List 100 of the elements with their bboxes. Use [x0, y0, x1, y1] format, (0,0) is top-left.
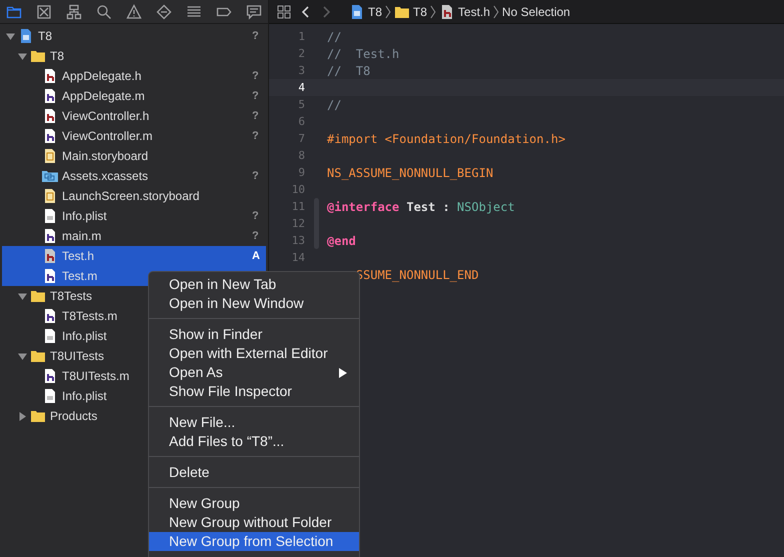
line-number: 8 — [297, 149, 305, 162]
file-icon — [42, 208, 58, 224]
menu-item[interactable]: Add Files to “T8”... — [149, 432, 359, 451]
submenu-arrow-icon — [339, 368, 347, 378]
line-number: 5 — [297, 98, 305, 111]
file-name: T8UITests — [50, 349, 104, 363]
menu-item[interactable]: Delete — [149, 463, 359, 482]
folder-icon — [30, 408, 46, 424]
file-icon — [42, 188, 58, 204]
file-row[interactable]: Assets.xcassets ? — [2, 166, 266, 186]
line-number: 9 — [297, 166, 305, 179]
file-row[interactable]: T8 — [2, 46, 266, 66]
diamond-icon[interactable] — [156, 4, 172, 20]
menu-item[interactable]: Open with External Editor — [149, 344, 359, 363]
file-icon — [42, 308, 58, 324]
file-name: AppDelegate.m — [62, 89, 145, 103]
line-number: 2 — [297, 47, 305, 60]
file-name: T8Tests.m — [62, 309, 118, 323]
source-control-status: ? — [252, 230, 260, 242]
code-line: @interface Test : NSObject — [327, 200, 515, 214]
breadcrumb-item[interactable]: Test.h — [458, 4, 490, 18]
file-name: Info.plist — [62, 389, 107, 403]
file-name: Test.m — [62, 269, 98, 283]
chevron-icon — [385, 4, 392, 18]
file-icon — [42, 108, 58, 124]
search-icon[interactable] — [96, 4, 112, 20]
line-number: 3 — [297, 64, 305, 77]
menu-item[interactable]: Open in New Window — [149, 294, 359, 313]
menu-item[interactable]: New Group without Folder — [149, 513, 359, 532]
file-icon — [42, 388, 58, 404]
line-number: 1 — [297, 30, 305, 43]
source-control-status: ? — [252, 210, 260, 222]
hierarchy-icon[interactable] — [66, 4, 82, 20]
code-line: // — [327, 30, 342, 44]
disclosure-triangle-icon[interactable] — [18, 352, 27, 360]
file-name: Info.plist — [62, 209, 107, 223]
source-control-status: ? — [252, 170, 260, 182]
file-row[interactable]: Info.plist ? — [2, 206, 266, 226]
disclosure-triangle-icon[interactable] — [18, 52, 27, 60]
line-number: 4 — [297, 81, 305, 94]
warning-icon[interactable] — [126, 4, 142, 20]
file-name: main.m — [62, 229, 102, 243]
disclosure-triangle-icon[interactable] — [18, 292, 27, 300]
file-icon — [42, 268, 58, 284]
list-icon[interactable] — [186, 4, 202, 20]
line-number: 13 — [290, 234, 305, 247]
file-name: T8Tests — [50, 289, 92, 303]
file-icon — [42, 368, 58, 384]
grid-icon[interactable] — [277, 4, 291, 18]
selected-file-row[interactable]: Test.h A — [2, 246, 266, 266]
menu-item[interactable]: New Group — [149, 494, 359, 513]
code-line: #import <Foundation/Foundation.h> — [327, 132, 566, 146]
code-line: // T8 — [327, 64, 370, 78]
file-icon — [42, 88, 58, 104]
disclosure-triangle-icon[interactable] — [18, 412, 27, 420]
menu-item[interactable]: Show in Finder — [149, 325, 359, 344]
folder-icon — [30, 48, 46, 64]
breadcrumb-item[interactable]: T8 — [413, 4, 428, 18]
file-row[interactable]: AppDelegate.h ? — [2, 66, 266, 86]
code-line: // Test.h — [327, 46, 400, 60]
code-line: // — [327, 98, 342, 112]
speech-bubble-icon[interactable] — [246, 4, 262, 20]
file-name: ViewController.h — [62, 109, 150, 123]
file-icon — [42, 128, 58, 144]
code-line: NS_ASSUME_NONNULL_BEGIN — [327, 166, 494, 180]
line-number: 7 — [297, 132, 305, 145]
breadcrumb-item[interactable]: T8 — [368, 4, 382, 18]
menu-item[interactable]: New Group from Selection — [149, 532, 359, 551]
file-row[interactable]: main.m ? — [2, 226, 266, 246]
file-row[interactable]: ViewController.h ? — [2, 106, 266, 126]
file-icon — [42, 148, 58, 164]
file-name: T8 — [50, 49, 64, 63]
breadcrumb-item[interactable]: No Selection — [502, 4, 570, 18]
line-number: 10 — [290, 183, 305, 196]
line-number: 14 — [290, 251, 305, 264]
project-file-icon — [349, 4, 365, 20]
file-icon — [42, 68, 58, 84]
line-number: 6 — [297, 115, 305, 128]
project-file-icon — [18, 28, 34, 44]
file-row[interactable]: T8 ? — [2, 26, 266, 46]
menu-item[interactable]: Open As — [149, 363, 359, 382]
file-name: Assets.xcassets — [62, 169, 148, 183]
file-name: T8UITests.m — [62, 369, 130, 383]
file-name: AppDelegate.h — [62, 69, 142, 83]
line-number: 11 — [290, 200, 305, 213]
file-icon — [42, 228, 58, 244]
file-icon — [42, 248, 58, 264]
menu-item[interactable]: New File... — [149, 413, 359, 432]
file-row[interactable]: AppDelegate.m ? — [2, 86, 266, 106]
disclosure-triangle-icon[interactable] — [6, 32, 15, 40]
menu-item[interactable]: Show File Inspector — [149, 382, 359, 401]
file-row[interactable]: Main.storyboard — [2, 146, 266, 166]
file-row[interactable]: ViewController.m ? — [2, 126, 266, 146]
square-icon[interactable] — [36, 4, 52, 20]
file-name: Products — [50, 409, 98, 423]
source-control-status: ? — [252, 30, 260, 42]
source-control-status: ? — [252, 70, 260, 82]
file-row[interactable]: LaunchScreen.storyboard — [2, 186, 266, 206]
file-icon — [42, 328, 58, 344]
source-control-status: ? — [252, 110, 260, 122]
